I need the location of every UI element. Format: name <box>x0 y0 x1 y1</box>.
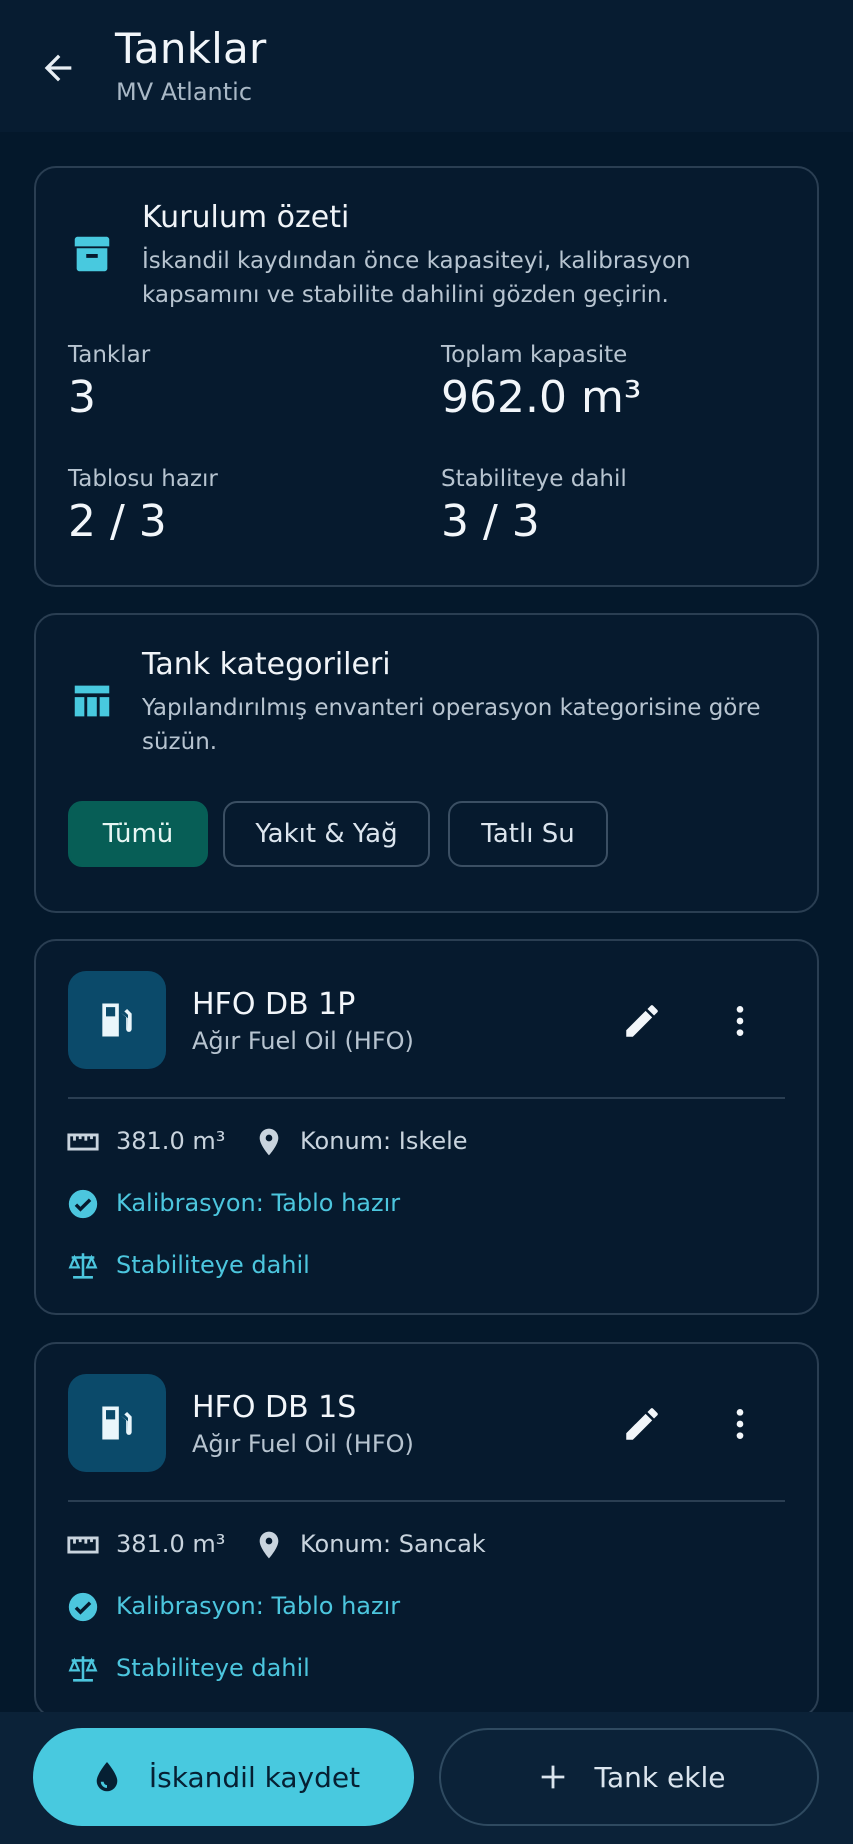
stat-label-table-ready: Tablosu hazır <box>68 466 218 492</box>
pencil-icon <box>626 1408 658 1440</box>
more-vertical-icon <box>736 1409 744 1439</box>
stat-label-tanks: Tanklar <box>68 342 151 368</box>
categories-description: Yapılandırılmış envanteri operasyon kate… <box>142 695 761 755</box>
ruler-icon <box>66 1125 100 1159</box>
tank-calibration: Kalibrasyon: Tablo hazır <box>116 1592 401 1620</box>
arrow-back-icon <box>44 54 72 82</box>
stat-value-stability-included: 3 / 3 <box>441 496 540 547</box>
pencil-icon <box>626 1005 658 1037</box>
edit-button[interactable] <box>614 993 670 1049</box>
tank-stability: Stabiliteye dahil <box>116 1251 310 1279</box>
tank-calibration: Kalibrasyon: Tablo hazır <box>116 1189 401 1217</box>
stat-value-table-ready: 2 / 3 <box>68 496 167 547</box>
balance-scale-icon <box>66 1249 100 1283</box>
add-tank-button[interactable]: Tank ekle <box>439 1728 819 1826</box>
check-circle-icon <box>66 1590 100 1624</box>
water-drop-icon <box>87 1757 127 1797</box>
divider <box>68 1500 785 1502</box>
tank-avatar <box>68 1374 166 1472</box>
tank-name: HFO DB 1S <box>192 1390 357 1425</box>
plus-icon <box>533 1757 573 1797</box>
fuel-pump-icon <box>102 1003 132 1037</box>
edit-button[interactable] <box>614 1396 670 1452</box>
check-circle-icon <box>66 1187 100 1221</box>
page-subtitle: MV Atlantic <box>116 78 253 106</box>
tank-capacity: 381.0 m³ <box>116 1530 226 1558</box>
summary-title: Kurulum özeti <box>142 200 350 235</box>
location-pin-icon <box>252 1125 286 1159</box>
more-options-button[interactable] <box>712 1396 768 1452</box>
tank-stability: Stabiliteye dahil <box>116 1654 310 1682</box>
categories-title: Tank kategorileri <box>142 647 391 682</box>
bottom-action-bar: İskandil kaydet Tank ekle <box>0 1712 853 1844</box>
more-options-button[interactable] <box>712 993 768 1049</box>
chip-fresh-water[interactable]: Tatlı Su <box>448 801 608 867</box>
location-pin-icon <box>252 1528 286 1562</box>
summary-card: Kurulum özeti İskandil kaydından önce ka… <box>34 166 819 587</box>
stat-label-stability-included: Stabiliteye dahil <box>441 466 627 492</box>
tank-name: HFO DB 1P <box>192 987 356 1022</box>
tank-location: Konum: Sancak <box>300 1530 486 1558</box>
stat-label-total-capacity: Toplam kapasite <box>441 342 628 368</box>
more-vertical-icon <box>736 1006 744 1036</box>
chip-all[interactable]: Tümü <box>68 801 208 867</box>
archive-box-icon <box>68 230 116 278</box>
summary-description: İskandil kaydından önce kapasiteyi, kali… <box>142 248 691 308</box>
page-title: Tanklar <box>115 24 267 73</box>
tank-type: Ağır Fuel Oil (HFO) <box>192 1027 414 1055</box>
chip-fuel-oil[interactable]: Yakıt & Yağ <box>223 801 430 867</box>
fuel-pump-icon <box>102 1406 132 1440</box>
divider <box>68 1097 785 1099</box>
record-sounding-button[interactable]: İskandil kaydet <box>33 1728 414 1826</box>
categories-card: Tank kategorileri Yapılandırılmış envant… <box>34 613 819 913</box>
tank-capacity: 381.0 m³ <box>116 1127 226 1155</box>
tank-avatar <box>68 971 166 1069</box>
add-tank-label: Tank ekle <box>594 1760 726 1794</box>
tank-type: Ağır Fuel Oil (HFO) <box>192 1430 414 1458</box>
record-sounding-label: İskandil kaydet <box>148 1760 361 1794</box>
top-app-bar: Tanklar MV Atlantic <box>0 0 853 132</box>
tank-location: Konum: Iskele <box>300 1127 468 1155</box>
tank-card[interactable]: HFO DB 1S Ağır Fuel Oil (HFO) 381.0 m³ K… <box>34 1342 819 1718</box>
stat-value-total-capacity: 962.0 m³ <box>441 372 642 423</box>
balance-scale-icon <box>66 1652 100 1686</box>
stat-value-tanks: 3 <box>68 372 96 423</box>
back-button[interactable] <box>30 40 86 96</box>
tank-card[interactable]: HFO DB 1P Ağır Fuel Oil (HFO) 381.0 m³ K… <box>34 939 819 1315</box>
ruler-icon <box>66 1528 100 1562</box>
table-columns-icon <box>68 677 116 725</box>
